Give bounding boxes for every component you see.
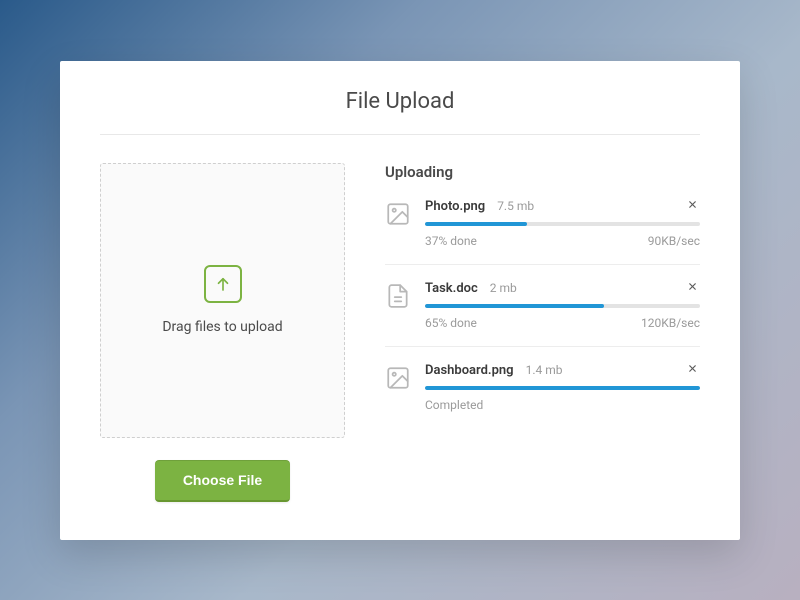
file-header-row: Photo.png 7.5 mb: [425, 199, 700, 214]
dropzone[interactable]: Drag files to upload: [100, 163, 345, 438]
file-header-row: Task.doc 2 mb: [425, 281, 700, 296]
file-size: 7.5 mb: [497, 199, 534, 213]
progress-bar: [425, 386, 700, 390]
close-icon[interactable]: [685, 199, 700, 213]
file-speed: 90KB/sec: [648, 234, 700, 248]
file-size: 2 mb: [490, 281, 517, 295]
file-name: Photo.png: [425, 199, 485, 214]
dropzone-label: Drag files to upload: [162, 319, 282, 335]
choose-file-button[interactable]: Choose File: [155, 460, 290, 502]
right-column: Uploading Photo.png 7.5 mb 37% done 90KB…: [385, 163, 700, 502]
page-title: File Upload: [100, 89, 700, 135]
file-speed: 120KB/sec: [641, 316, 700, 330]
file-list: Photo.png 7.5 mb 37% done 90KB/sec Task.…: [385, 199, 700, 428]
file-status: Completed: [425, 398, 483, 412]
upload-icon: [204, 265, 242, 303]
uploading-heading: Uploading: [385, 163, 700, 181]
file-status-row: 37% done 90KB/sec: [425, 234, 700, 248]
file-body: Photo.png 7.5 mb 37% done 90KB/sec: [425, 199, 700, 248]
image-icon: [385, 201, 411, 227]
file-size: 1.4 mb: [526, 363, 563, 377]
close-icon[interactable]: [685, 363, 700, 377]
file-status-row: Completed: [425, 398, 700, 412]
close-icon[interactable]: [685, 281, 700, 295]
file-status-row: 65% done 120KB/sec: [425, 316, 700, 330]
file-body: Dashboard.png 1.4 mb Completed: [425, 363, 700, 412]
file-name: Task.doc: [425, 281, 478, 296]
progress-bar: [425, 222, 700, 226]
file-item: Photo.png 7.5 mb 37% done 90KB/sec: [385, 199, 700, 265]
content-area: Drag files to upload Choose File Uploadi…: [100, 163, 700, 502]
progress-fill: [425, 222, 527, 226]
image-icon: [385, 365, 411, 391]
file-name: Dashboard.png: [425, 363, 514, 378]
file-status: 65% done: [425, 316, 477, 330]
file-item: Task.doc 2 mb 65% done 120KB/sec: [385, 281, 700, 347]
file-body: Task.doc 2 mb 65% done 120KB/sec: [425, 281, 700, 330]
progress-fill: [425, 386, 700, 390]
file-item: Dashboard.png 1.4 mb Completed: [385, 363, 700, 428]
file-status: 37% done: [425, 234, 477, 248]
document-icon: [385, 283, 411, 309]
file-header-row: Dashboard.png 1.4 mb: [425, 363, 700, 378]
progress-bar: [425, 304, 700, 308]
upload-card: File Upload Drag files to upload Choose …: [60, 61, 740, 540]
progress-fill: [425, 304, 604, 308]
left-column: Drag files to upload Choose File: [100, 163, 345, 502]
